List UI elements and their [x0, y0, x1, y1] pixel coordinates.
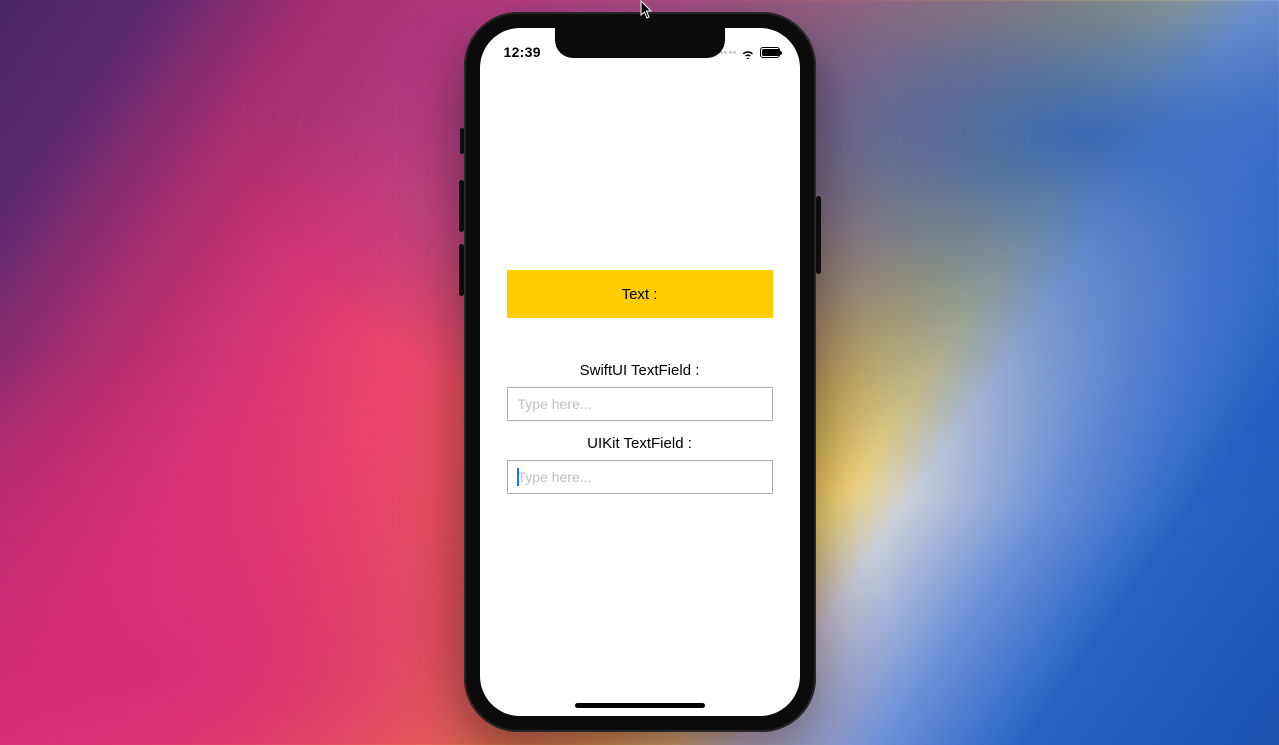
cellular-signal-icon: [720, 51, 737, 54]
swiftui-field-label: SwiftUI TextField :: [580, 362, 700, 379]
phone-chassis: 12:39 Text : SwiftUI TextField :: [464, 12, 816, 732]
silence-switch[interactable]: [460, 128, 464, 154]
text-output-label: Text :: [622, 286, 658, 303]
volume-up-button[interactable]: [459, 180, 464, 232]
form-block: SwiftUI TextField : UIKit TextField :: [507, 362, 773, 508]
text-caret: [517, 468, 519, 486]
uikit-textfield[interactable]: [507, 460, 773, 494]
notch: [555, 28, 725, 58]
wifi-icon: [741, 46, 755, 58]
uikit-textfield-wrap: [507, 460, 773, 494]
uikit-field-label: UIKit TextField :: [587, 435, 692, 452]
text-output-banner: Text :: [507, 270, 773, 318]
phone-screen: 12:39 Text : SwiftUI TextField :: [480, 28, 800, 716]
app-content: Text : SwiftUI TextField : UIKit TextFie…: [480, 28, 800, 716]
power-button[interactable]: [816, 196, 821, 274]
home-indicator[interactable]: [575, 703, 705, 708]
status-icons: [720, 42, 780, 58]
swiftui-textfield[interactable]: [507, 387, 773, 421]
iphone-device-frame: 12:39 Text : SwiftUI TextField :: [464, 12, 816, 732]
battery-icon: [760, 47, 780, 58]
volume-down-button[interactable]: [459, 244, 464, 296]
